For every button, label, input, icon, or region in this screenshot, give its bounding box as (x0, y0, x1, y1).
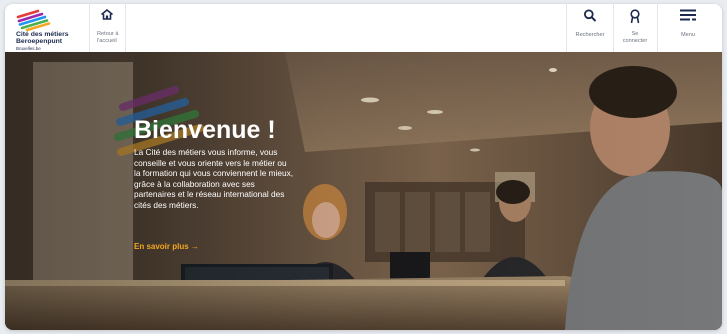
menu-button[interactable]: Menu (658, 4, 718, 52)
logo-line-3: Bruxelles.be (16, 46, 41, 51)
menu-button-label: Menu (681, 32, 695, 38)
logo-line-2: Beroepenpunt (16, 38, 63, 45)
search-icon (584, 9, 597, 22)
logo-stripes-icon (16, 9, 51, 31)
logo-line-1: Cité des métiers (16, 31, 69, 38)
login-button-label: Se connecter (622, 31, 648, 44)
hamburger-menu-icon (680, 9, 696, 21)
search-button[interactable]: Rechercher (567, 4, 613, 52)
header-divider (125, 4, 126, 52)
search-button-label: Rechercher (575, 32, 605, 38)
home-button-label: Retour à l'accueil (97, 31, 119, 44)
learn-more-link[interactable]: En savoir plus → (134, 242, 199, 251)
site-logo[interactable]: Cité des métiers Beroepenpunt Bruxelles.… (13, 9, 93, 51)
hero-title: Bienvenue ! (134, 116, 276, 144)
header-divider (89, 4, 90, 52)
site-header: Cité des métiers Beroepenpunt Bruxelles.… (5, 4, 722, 53)
login-button[interactable]: Se connecter (614, 4, 656, 52)
user-login-icon (630, 9, 640, 24)
page-frame: Cité des métiers Beroepenpunt Bruxelles.… (5, 4, 722, 330)
hero-banner: Bienvenue ! La Cité des métiers vous inf… (5, 52, 722, 330)
hero-description: La Cité des métiers vous informe, vous c… (134, 147, 294, 210)
home-button[interactable]: Retour à l'accueil (91, 4, 123, 52)
home-icon (100, 9, 114, 20)
hero-background-image (5, 52, 722, 330)
